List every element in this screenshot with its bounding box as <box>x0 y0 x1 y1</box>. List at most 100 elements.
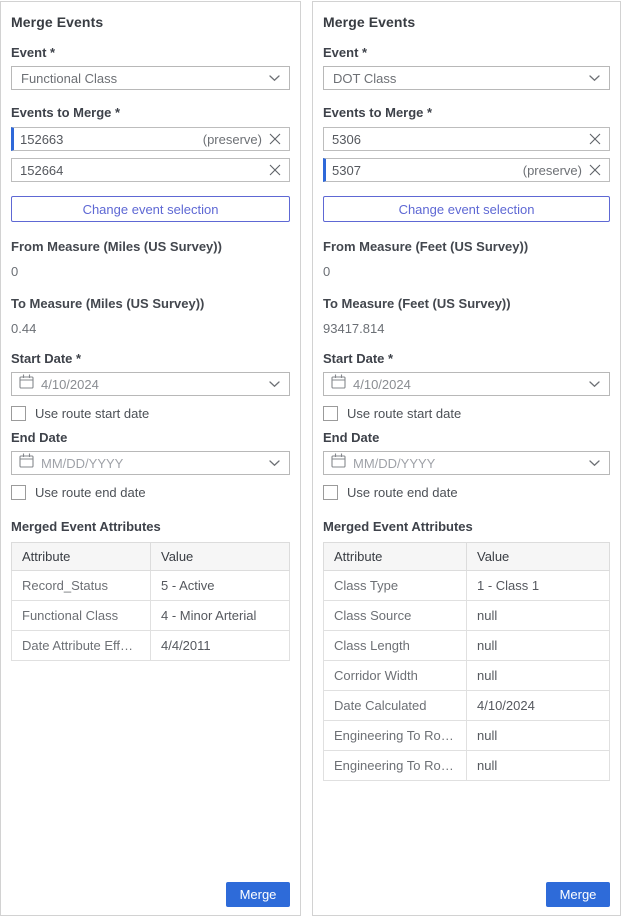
merge-events-workspace: Merge Events Event * Functional Class Ev… <box>0 0 621 916</box>
events-to-merge-label: Events to Merge * <box>11 105 290 120</box>
use-route-start-date-checkbox[interactable] <box>11 406 26 421</box>
chevron-down-icon <box>589 454 600 472</box>
end-date-input[interactable]: MM/DD/YYYY <box>11 451 290 475</box>
to-measure-label: To Measure (Miles (US Survey)) <box>11 296 290 311</box>
chevron-down-icon <box>589 375 600 393</box>
attribute-cell: Date Attribute Effective <box>12 631 151 661</box>
remove-event-icon[interactable] <box>269 164 281 176</box>
event-to-merge-field[interactable]: 152664 <box>11 158 290 182</box>
value-cell: 1 - Class 1 <box>467 571 610 601</box>
from-measure-value: 0 <box>11 264 290 279</box>
table-row: Functional Class 4 - Minor Arterial <box>12 601 290 631</box>
use-route-end-date-label: Use route end date <box>35 485 146 500</box>
use-route-start-date-label: Use route start date <box>35 406 149 421</box>
merge-button[interactable]: Merge <box>546 882 610 907</box>
change-event-selection-button[interactable]: Change event selection <box>11 196 290 222</box>
merge-events-panel-right: Merge Events Event * DOT Class Events to… <box>312 1 621 916</box>
events-to-merge-label: Events to Merge * <box>323 105 610 120</box>
event-select[interactable]: Functional Class <box>11 66 290 90</box>
remove-event-icon[interactable] <box>589 133 601 145</box>
start-date-input[interactable]: 4/10/2024 <box>11 372 290 396</box>
chevron-down-icon <box>589 69 600 87</box>
table-header-row: Attribute Value <box>12 543 290 571</box>
merged-event-attributes-label: Merged Event Attributes <box>11 519 290 534</box>
page-title: Merge Events <box>323 14 610 30</box>
attribute-cell: Engineering To RouteID <box>324 721 467 751</box>
event-id: 152664 <box>20 163 262 178</box>
to-measure-value: 93417.814 <box>323 321 610 336</box>
use-route-end-date-row: Use route end date <box>11 485 290 500</box>
event-select-value: DOT Class <box>333 71 396 86</box>
table-row: Class Source null <box>324 601 610 631</box>
chevron-down-icon <box>269 69 280 87</box>
table-row: Class Length null <box>324 631 610 661</box>
table-row: Engineering To RouteID null <box>324 721 610 751</box>
table-row: Date Calculated 4/10/2024 <box>324 691 610 721</box>
value-cell: null <box>467 721 610 751</box>
value-cell: null <box>467 601 610 631</box>
end-date-placeholder: MM/DD/YYYY <box>41 456 269 471</box>
value-cell: 4 - Minor Arterial <box>151 601 290 631</box>
attribute-cell: Functional Class <box>12 601 151 631</box>
from-measure-label: From Measure (Feet (US Survey)) <box>323 239 610 254</box>
start-date-value: 4/10/2024 <box>41 377 269 392</box>
merged-event-attributes-label: Merged Event Attributes <box>323 519 610 534</box>
preserve-flag: (preserve) <box>523 163 582 178</box>
remove-event-icon[interactable] <box>589 164 601 176</box>
event-to-merge-field[interactable]: 5306 <box>323 127 610 151</box>
event-select[interactable]: DOT Class <box>323 66 610 90</box>
value-cell: 4/4/2011 <box>151 631 290 661</box>
event-select-value: Functional Class <box>21 71 117 86</box>
use-route-end-date-checkbox[interactable] <box>11 485 26 500</box>
remove-event-icon[interactable] <box>269 133 281 145</box>
preserve-flag: (preserve) <box>203 132 262 147</box>
event-id: 152663 <box>20 132 203 147</box>
table-header-row: Attribute Value <box>324 543 610 571</box>
attribute-column-header: Attribute <box>12 543 151 571</box>
merge-button[interactable]: Merge <box>226 882 290 907</box>
chevron-down-icon <box>269 375 280 393</box>
value-cell: null <box>467 631 610 661</box>
table-row: Corridor Width null <box>324 661 610 691</box>
event-to-merge-field[interactable]: 152663 (preserve) <box>11 127 290 151</box>
use-route-start-date-checkbox[interactable] <box>323 406 338 421</box>
use-route-end-date-checkbox[interactable] <box>323 485 338 500</box>
value-column-header: Value <box>467 543 610 571</box>
event-label: Event * <box>11 45 290 60</box>
event-label: Event * <box>323 45 610 60</box>
value-cell: 4/10/2024 <box>467 691 610 721</box>
end-date-placeholder: MM/DD/YYYY <box>353 456 589 471</box>
end-date-input[interactable]: MM/DD/YYYY <box>323 451 610 475</box>
use-route-end-date-row: Use route end date <box>323 485 610 500</box>
event-to-merge-field[interactable]: 5307 (preserve) <box>323 158 610 182</box>
value-cell: null <box>467 751 610 781</box>
attribute-cell: Date Calculated <box>324 691 467 721</box>
use-route-start-date-label: Use route start date <box>347 406 461 421</box>
panel-footer: Merge <box>11 882 290 907</box>
use-route-start-date-row: Use route start date <box>323 406 610 421</box>
start-date-label: Start Date * <box>11 351 290 366</box>
to-measure-label: To Measure (Feet (US Survey)) <box>323 296 610 311</box>
merged-attributes-table: Attribute Value Record_Status 5 - Active… <box>11 542 290 661</box>
panel-footer: Merge <box>323 882 610 907</box>
table-row: Record_Status 5 - Active <box>12 571 290 601</box>
attribute-cell: Record_Status <box>12 571 151 601</box>
merged-attributes-table: Attribute Value Class Type 1 - Class 1 C… <box>323 542 610 781</box>
calendar-icon <box>19 374 41 394</box>
value-cell: null <box>467 661 610 691</box>
attribute-cell: Engineering To Route ... <box>324 751 467 781</box>
start-date-input[interactable]: 4/10/2024 <box>323 372 610 396</box>
event-id: 5306 <box>332 132 582 147</box>
from-measure-label: From Measure (Miles (US Survey)) <box>11 239 290 254</box>
value-column-header: Value <box>151 543 290 571</box>
start-date-label: Start Date * <box>323 351 610 366</box>
value-cell: 5 - Active <box>151 571 290 601</box>
attribute-cell: Class Length <box>324 631 467 661</box>
change-event-selection-button[interactable]: Change event selection <box>323 196 610 222</box>
page-title: Merge Events <box>11 14 290 30</box>
start-date-value: 4/10/2024 <box>353 377 589 392</box>
calendar-icon <box>19 453 41 473</box>
chevron-down-icon <box>269 454 280 472</box>
table-row: Engineering To Route ... null <box>324 751 610 781</box>
calendar-icon <box>331 453 353 473</box>
